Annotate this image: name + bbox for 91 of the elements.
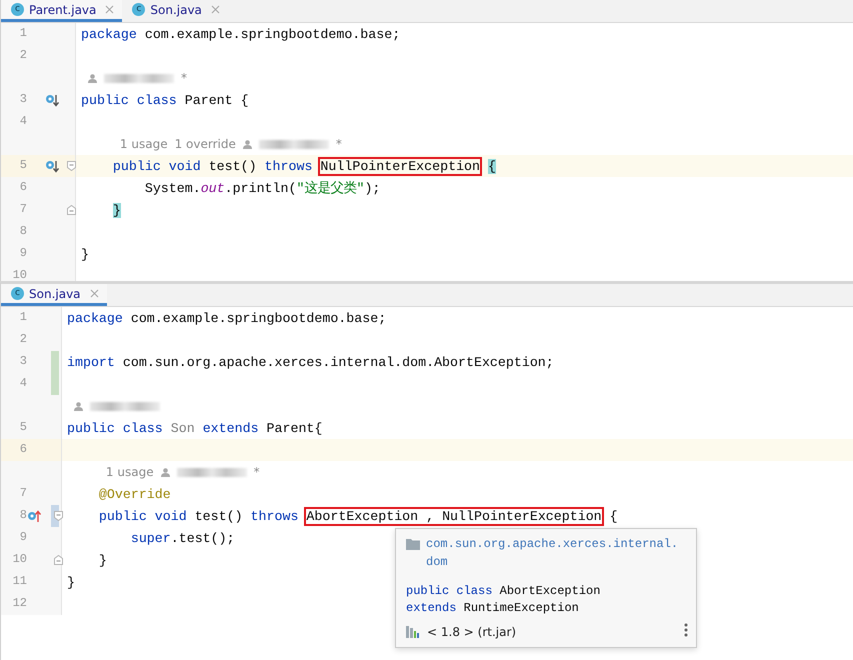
overrides-up-icon[interactable] (27, 510, 41, 523)
file-tab[interactable]: c Parent.java (1, 0, 122, 22)
line-number: 11 (12, 574, 27, 588)
code-token: package (81, 26, 137, 42)
close-icon[interactable] (105, 5, 114, 14)
code-token: RuntimeException (464, 601, 579, 615)
inlay-hint[interactable]: 1 usage (106, 465, 154, 479)
code-token: test() (194, 508, 244, 524)
line-number: 6 (18, 180, 27, 194)
code-token: Parent { (184, 92, 249, 108)
line-number: 1 (18, 26, 27, 40)
code-token: package (67, 310, 123, 326)
class-icon: c (11, 287, 24, 300)
code-token: AbortException (500, 584, 600, 598)
fold-icon[interactable] (54, 511, 63, 521)
library-icon (406, 626, 421, 638)
line-number: 5 (18, 158, 27, 172)
line-number: 10 (12, 552, 27, 566)
implemented-down-icon[interactable] (45, 94, 59, 107)
line-number: 3 (18, 92, 27, 106)
line-number: 2 (18, 48, 27, 62)
code-token: ); (364, 181, 380, 196)
highlighted-code: AbortException , NullPointerException (306, 508, 602, 524)
package-name[interactable]: com.sun.org.apache.xerces.internal.dom (426, 535, 681, 571)
fold-icon[interactable] (67, 205, 76, 215)
highlighted-code: NullPointerException (320, 158, 480, 174)
person-icon (242, 140, 252, 148)
code-token: com.example.springbootdemo.base; (130, 310, 386, 326)
code-token: com.sun.org.apache.xerces.internal.dom.AbortException; (122, 354, 554, 370)
code-token: out (200, 181, 225, 196)
code-token: @Override (98, 486, 171, 502)
line-number: 4 (18, 376, 27, 390)
inlay-hint: * (254, 465, 260, 479)
person-icon (160, 468, 170, 476)
code-token: throws (264, 158, 312, 174)
line-number: 4 (18, 114, 27, 128)
code-token: import (67, 354, 115, 370)
code-token: { (610, 508, 618, 524)
code-token: { (488, 158, 496, 174)
line-number: 9 (18, 246, 27, 260)
line-number: 10 (12, 268, 27, 281)
line-number: 3 (18, 354, 27, 368)
inlay-hint[interactable]: 1 override (174, 137, 236, 151)
line-number: 8 (18, 224, 27, 238)
inlay-hint: * (336, 137, 342, 151)
library-name: < 1.8 > (rt.jar) (427, 625, 516, 639)
code-token: com.example.springbootdemo.base; (144, 26, 400, 42)
line-number: 6 (18, 442, 27, 456)
inlay-hint[interactable]: 1 usage (120, 137, 168, 151)
code-token: Parent{ (266, 420, 322, 436)
more-icon[interactable] (684, 623, 688, 637)
code-token: } (112, 202, 121, 218)
code-token: test() (208, 158, 258, 174)
class-icon: c (11, 3, 24, 16)
line-number: 2 (18, 332, 27, 346)
line-number: 8 (18, 508, 27, 522)
line-number: 12 (12, 596, 27, 610)
code-token: public class (67, 420, 163, 436)
file-tab[interactable]: c Son.java (1, 284, 107, 306)
code-token: } (67, 574, 75, 590)
code-token: super (130, 530, 171, 546)
code-token: } (81, 246, 89, 262)
implemented-down-icon[interactable] (45, 160, 59, 173)
code-token: "这是父类" (296, 181, 364, 196)
inlay-hint: * (181, 71, 187, 85)
fold-icon[interactable] (67, 161, 76, 171)
line-number: 7 (18, 486, 27, 500)
code-token: extends (202, 420, 259, 436)
code-token: } (98, 552, 107, 568)
code-token: System. (144, 181, 201, 196)
code-token: public class (81, 92, 177, 108)
line-number: 7 (18, 202, 27, 216)
close-icon[interactable] (210, 5, 220, 14)
code-token: .test(); (170, 530, 235, 546)
person-icon (74, 402, 83, 410)
line-number: 9 (18, 530, 27, 544)
line-number: 1 (18, 310, 27, 324)
close-icon[interactable] (90, 289, 99, 298)
folder-icon (406, 538, 420, 550)
code-token: Son (170, 420, 195, 436)
class-icon: c (132, 3, 146, 16)
code-token: throws (250, 508, 298, 524)
line-number: 5 (18, 420, 27, 434)
code-token: .println( (224, 181, 296, 196)
code-token: public void (112, 158, 201, 174)
code-token: extends (406, 601, 456, 615)
code-token: public class (406, 584, 492, 598)
code-token: public void (98, 508, 187, 524)
file-tab[interactable]: c Son.java (122, 0, 228, 22)
fold-icon[interactable] (54, 555, 63, 565)
person-icon (88, 74, 97, 82)
